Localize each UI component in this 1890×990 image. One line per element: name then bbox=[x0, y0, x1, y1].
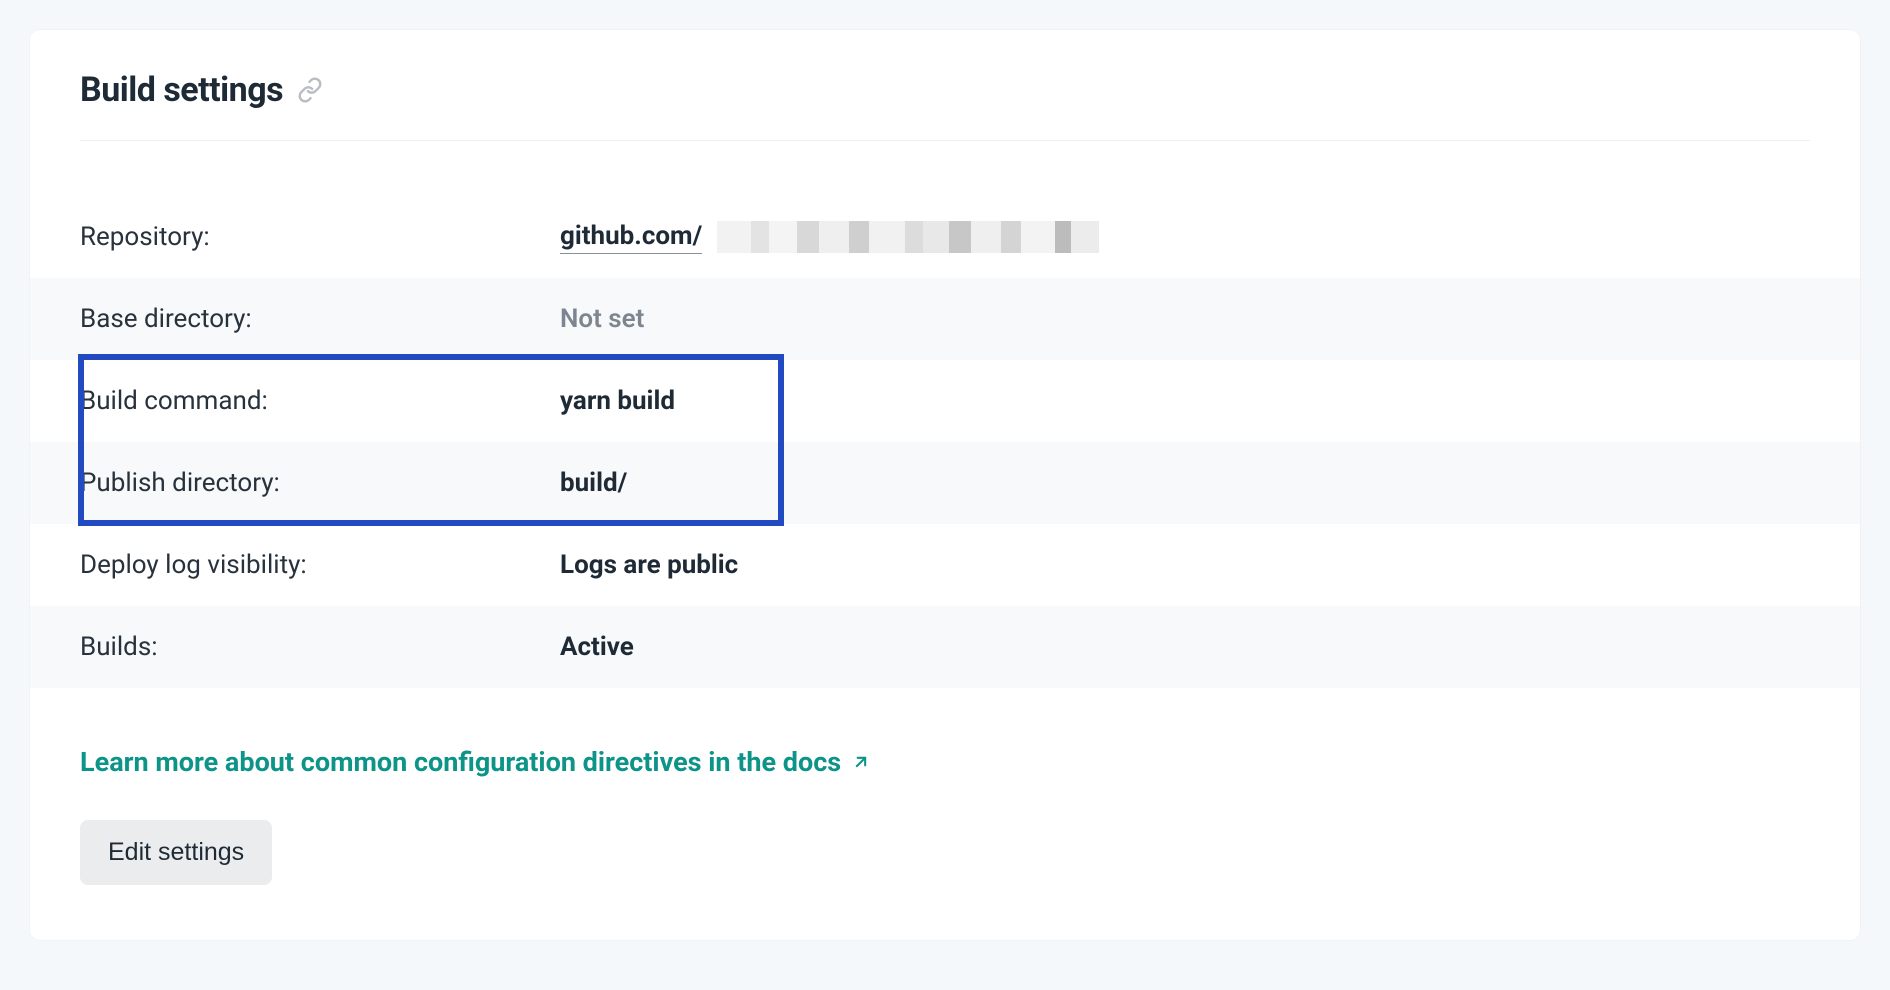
row-label: Repository: bbox=[80, 222, 560, 252]
anchor-link-icon[interactable] bbox=[297, 77, 323, 103]
row-build-command: Build command: yarn build bbox=[30, 360, 1860, 442]
edit-settings-button[interactable]: Edit settings bbox=[80, 820, 272, 885]
learn-more-link[interactable]: Learn more about common configuration di… bbox=[80, 746, 871, 778]
repository-link[interactable]: github.com/ bbox=[560, 221, 702, 254]
row-label: Publish directory: bbox=[80, 468, 560, 498]
redacted-repository bbox=[717, 221, 1099, 253]
button-row: Edit settings bbox=[30, 778, 1860, 885]
external-link-icon bbox=[851, 752, 871, 772]
row-label: Builds: bbox=[80, 632, 560, 662]
row-value-wrap: github.com/ bbox=[560, 221, 1099, 253]
row-label: Build command: bbox=[80, 386, 560, 416]
row-deploy-log: Deploy log visibility: Logs are public bbox=[30, 524, 1860, 606]
row-builds: Builds: Active bbox=[30, 606, 1860, 688]
learn-more-wrap: Learn more about common configuration di… bbox=[30, 688, 1860, 778]
row-value: Logs are public bbox=[560, 550, 738, 580]
row-label: Deploy log visibility: bbox=[80, 550, 560, 580]
row-value: Not set bbox=[560, 304, 644, 334]
row-value: Active bbox=[560, 632, 634, 662]
row-base-directory: Base directory: Not set bbox=[30, 278, 1860, 360]
row-label: Base directory: bbox=[80, 304, 560, 334]
row-value: yarn build bbox=[560, 386, 675, 416]
settings-list: Repository: github.com/ Base directory: … bbox=[30, 196, 1860, 688]
row-repository: Repository: github.com/ bbox=[30, 196, 1860, 278]
card-header: Build settings bbox=[30, 70, 1860, 141]
section-title-row: Build settings bbox=[80, 70, 1810, 141]
build-settings-card: Build settings Repository: github.com/ B… bbox=[30, 30, 1860, 940]
learn-more-text: Learn more about common configuration di… bbox=[80, 746, 841, 778]
row-value: build/ bbox=[560, 468, 627, 498]
row-publish-directory: Publish directory: build/ bbox=[30, 442, 1860, 524]
section-title: Build settings bbox=[80, 70, 283, 110]
